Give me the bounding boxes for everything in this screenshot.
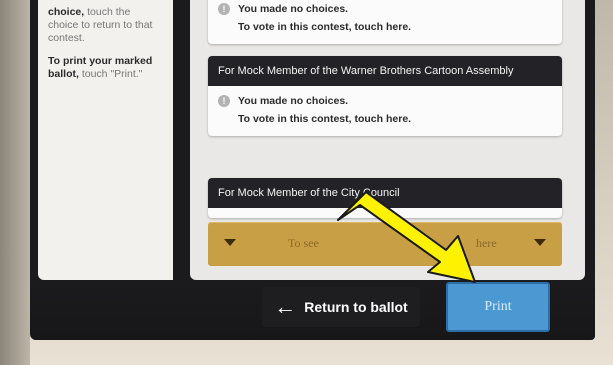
contest-status: You made no choices. <box>238 3 349 15</box>
scroll-text: To see <box>288 236 319 250</box>
instruction-print-text: touch "Print." <box>78 68 143 80</box>
contest-action[interactable]: To vote in this contest, touch here. <box>218 18 552 36</box>
scroll-text-tail: here <box>476 236 497 250</box>
bezel-shadow <box>0 0 30 365</box>
contest-status: You made no choices. <box>238 95 349 107</box>
left-arrow-icon: ← <box>274 294 297 319</box>
instruction-print: To print your marked ballot, touch "Prin… <box>48 55 163 81</box>
instruction-review: choice, touch the choice to return to th… <box>48 6 163 45</box>
instruction-review-bold: choice, <box>48 6 85 18</box>
instructions-panel: choice, touch the choice to return to th… <box>38 0 173 280</box>
contest-card[interactable]: For Mock Member of the City Council <box>208 178 562 218</box>
info-icon: ! <box>218 3 230 15</box>
return-to-ballot-button[interactable]: ← Return to ballot <box>262 287 420 327</box>
contest-title: For Mock Member of the City Council <box>208 178 562 208</box>
contest-status-row: ! You made no choices. <box>218 92 552 110</box>
print-label: Print <box>484 299 512 314</box>
contest-status-row: ! You made no choices. <box>218 0 552 18</box>
contest-card[interactable]: ! You made no choices. To vote in this c… <box>208 0 562 44</box>
contest-title: For Mock Member of the Warner Brothers C… <box>208 56 562 86</box>
print-button[interactable]: Print <box>446 282 550 332</box>
info-icon: ! <box>218 95 230 107</box>
chevron-down-icon <box>534 239 546 246</box>
ballot-review-panel: ! You made no choices. To vote in this c… <box>190 0 585 280</box>
contest-card[interactable]: For Mock Member of the Warner Brothers C… <box>208 56 562 136</box>
contest-action[interactable]: To vote in this contest, touch here. <box>218 110 552 128</box>
chevron-down-icon <box>224 239 236 246</box>
scroll-down-button[interactable]: To see here <box>208 222 562 266</box>
return-to-ballot-label: Return to ballot <box>304 299 408 315</box>
